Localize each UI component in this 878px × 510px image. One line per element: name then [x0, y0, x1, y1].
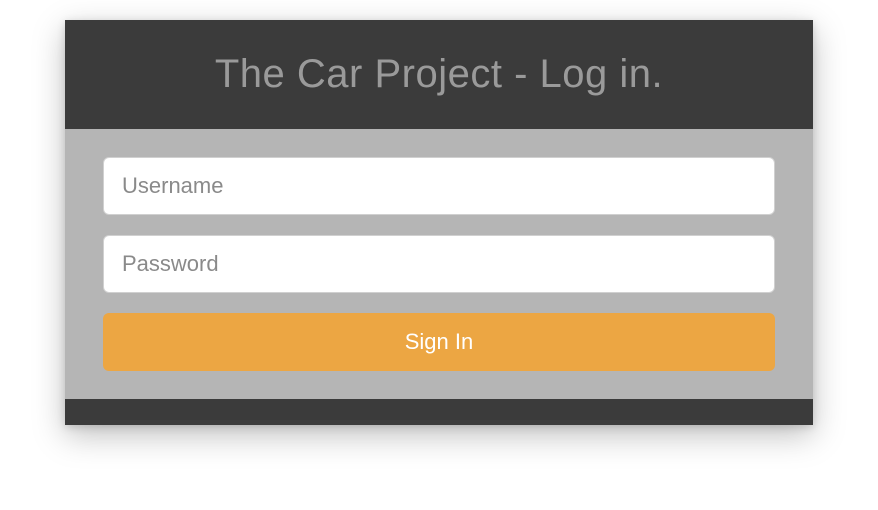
page-title: The Car Project - Log in. — [85, 52, 793, 97]
login-form: Sign In — [65, 129, 813, 399]
login-footer — [65, 399, 813, 425]
username-input[interactable] — [103, 157, 775, 215]
login-header: The Car Project - Log in. — [65, 20, 813, 129]
login-card: The Car Project - Log in. Sign In — [65, 20, 813, 425]
signin-button[interactable]: Sign In — [103, 313, 775, 371]
password-input[interactable] — [103, 235, 775, 293]
